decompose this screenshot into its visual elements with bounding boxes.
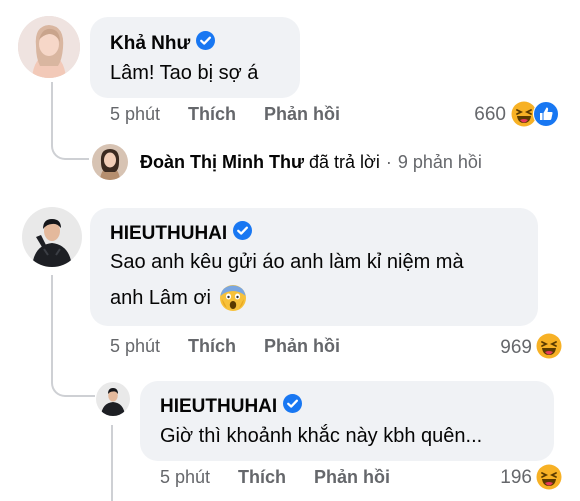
avatar-hieuthuhai[interactable] [22, 207, 82, 267]
thread-line-2 [51, 275, 95, 397]
reaction-count[interactable]: 196 [476, 467, 532, 489]
avatar-doan-thi-minh-thu[interactable] [92, 144, 128, 180]
comment-time[interactable]: 5 phút [110, 336, 160, 357]
thread-line-1 [51, 82, 89, 160]
scream-emoji [219, 284, 247, 312]
like-button[interactable]: Thích [188, 104, 236, 125]
reply-author[interactable]: HIEUTHUHAI [160, 394, 303, 419]
like-button[interactable]: Thích [238, 467, 286, 488]
avatar-kha-nhu[interactable] [18, 16, 80, 78]
reaction-count[interactable]: 660 [450, 104, 506, 126]
comment-actions: 5 phút Thích Phản hồi [110, 104, 340, 125]
comment-author[interactable]: HIEUTHUHAI [110, 221, 253, 246]
haha-emoji [536, 464, 562, 490]
comment-text-line-2: anh Lâm ơi [110, 280, 247, 316]
thread-line-3 [111, 425, 113, 501]
comment-author[interactable]: Khả Như [110, 31, 216, 56]
verified-badge-icon [196, 31, 216, 56]
like-button[interactable]: Thích [188, 336, 236, 357]
reply-text: Giờ thì khoảnh khắc này kbh quên... [160, 425, 483, 447]
comment-text: Lâm! Tao bị sợ á [110, 62, 259, 84]
reaction-count[interactable]: 969 [476, 337, 532, 359]
verified-badge-icon [233, 221, 253, 246]
avatar-hieuthuhai-reply[interactable] [96, 382, 130, 416]
reply-button[interactable]: Phản hồi [314, 467, 390, 488]
reply-button[interactable]: Phản hồi [264, 104, 340, 125]
view-replies-link[interactable]: Đoàn Thị Minh Thư đã trả lời · 9 phản hồ… [140, 152, 482, 173]
reply-button[interactable]: Phản hồi [264, 336, 340, 357]
verified-badge-icon [283, 394, 303, 419]
like-icon [533, 101, 559, 127]
comment-time[interactable]: 5 phút [110, 104, 160, 125]
reply-actions: 5 phút Thích Phản hồi [160, 467, 390, 488]
haha-emoji [536, 333, 562, 359]
comment-text-line-1: Sao anh kêu gửi áo anh làm kỉ niệm mà [110, 251, 464, 273]
comment-actions: 5 phút Thích Phản hồi [110, 336, 340, 357]
reply-time[interactable]: 5 phút [160, 467, 210, 488]
